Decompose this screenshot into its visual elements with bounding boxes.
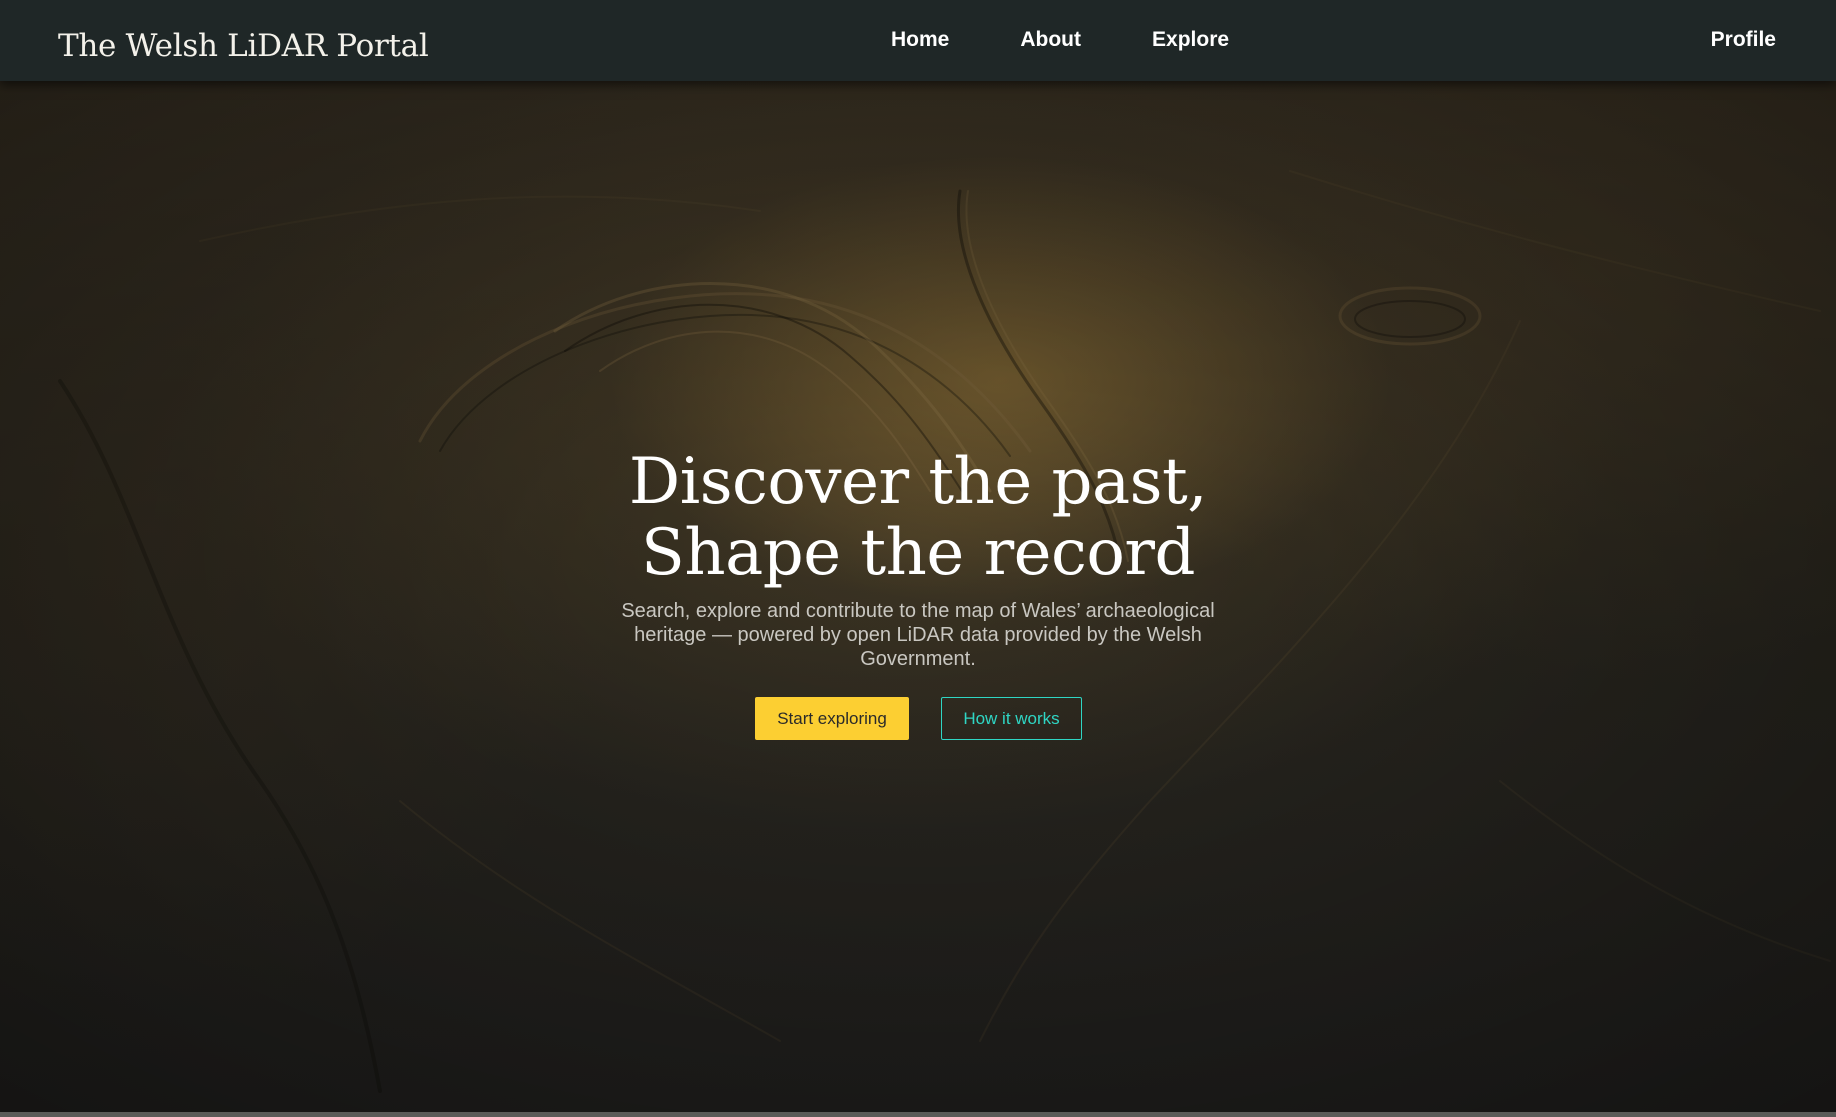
hero-title-line-2: Shape the record: [641, 516, 1195, 590]
top-navbar: The Welsh LiDAR Portal Home About Explor…: [0, 0, 1836, 81]
nav-link-about[interactable]: About: [1020, 28, 1081, 52]
page: The Welsh LiDAR Portal Home About Explor…: [0, 0, 1836, 1117]
hero-title: Discover the past, Shape the record: [518, 447, 1318, 589]
site-brand[interactable]: The Welsh LiDAR Portal: [58, 28, 429, 64]
main-nav: Home About Explore: [891, 28, 1229, 52]
profile-link[interactable]: Profile: [1711, 28, 1776, 52]
hero-subtitle: Search, explore and contribute to the ma…: [621, 600, 1215, 670]
nav-link-explore[interactable]: Explore: [1152, 28, 1229, 52]
hero-section: Discover the past, Shape the record Sear…: [0, 81, 1836, 1112]
how-it-works-button[interactable]: How it works: [941, 697, 1082, 740]
start-exploring-button[interactable]: Start exploring: [755, 697, 909, 740]
nav-link-home[interactable]: Home: [891, 28, 949, 52]
hero-content: Discover the past, Shape the record Sear…: [0, 81, 1836, 1112]
hero-title-line-1: Discover the past,: [628, 445, 1208, 519]
bottom-divider: [0, 1112, 1836, 1117]
